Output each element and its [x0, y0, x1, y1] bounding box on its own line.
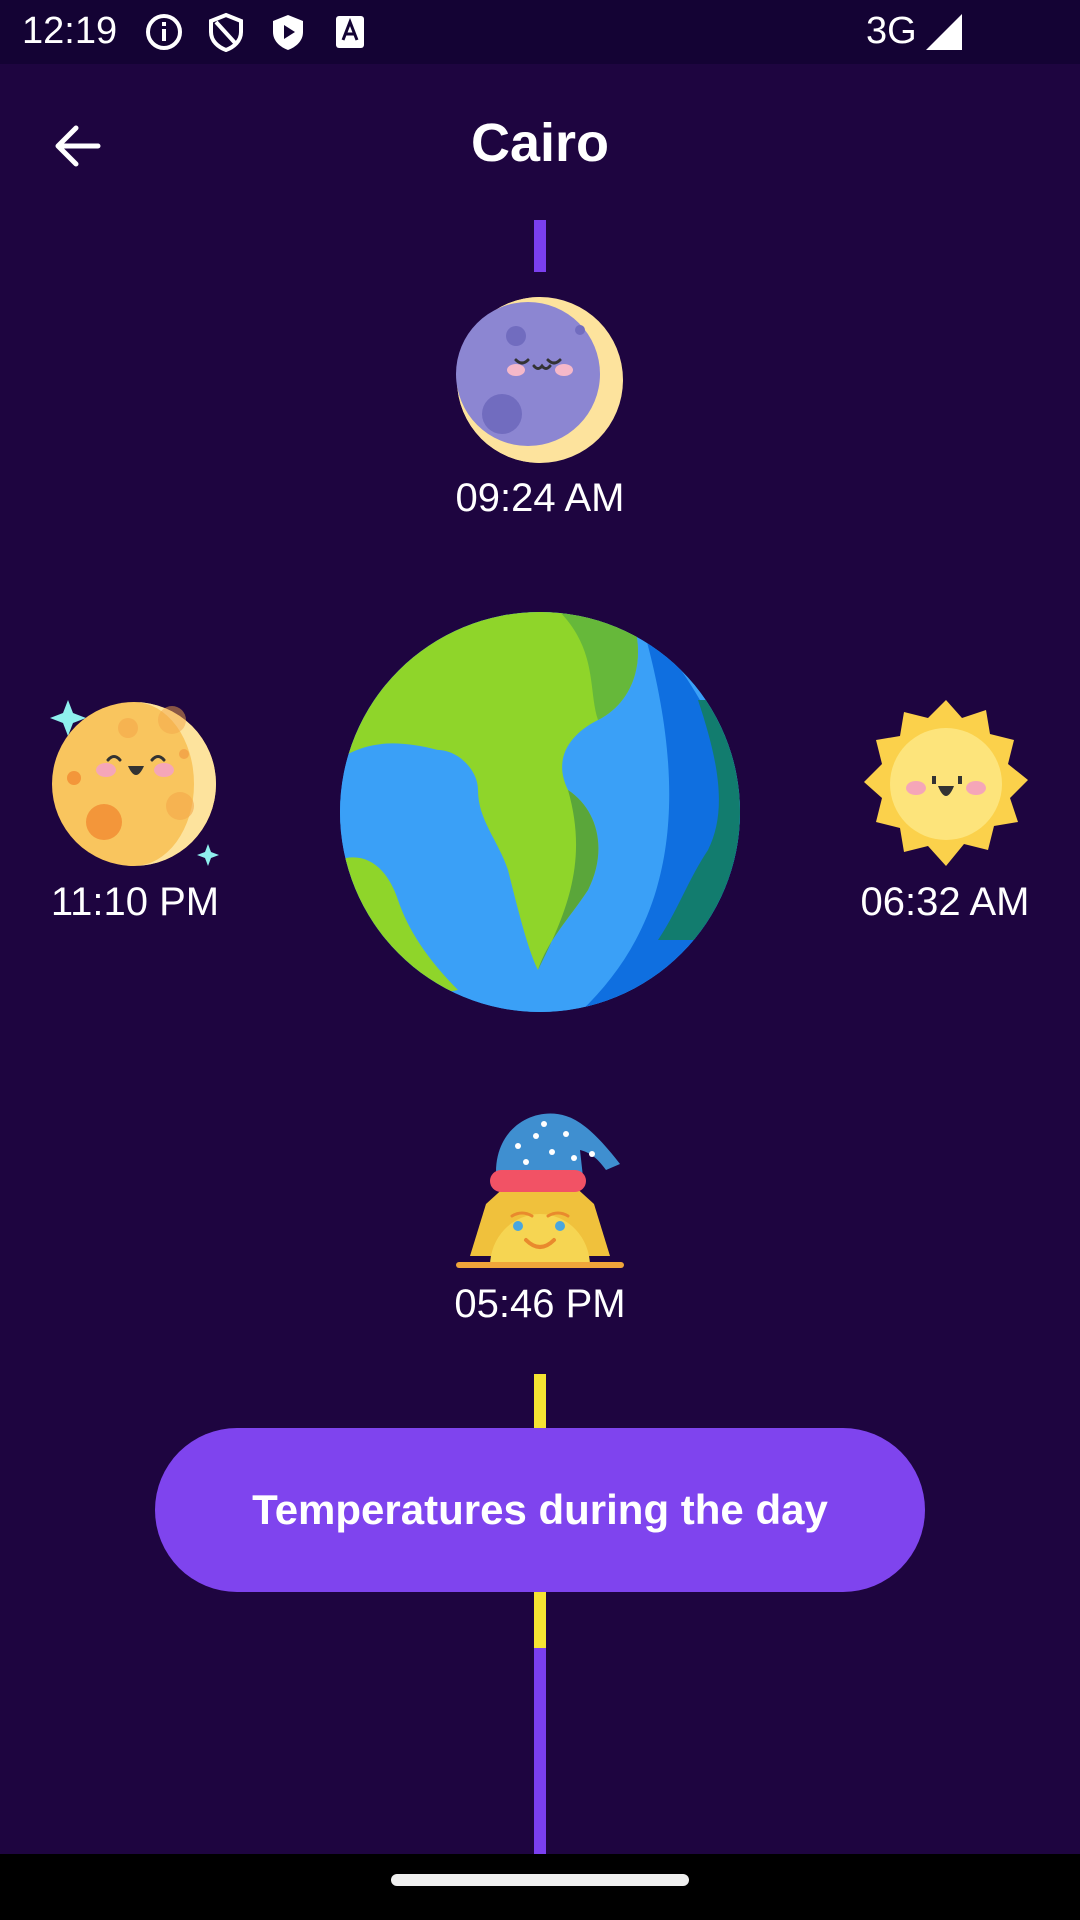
earth-globe-icon	[340, 612, 740, 1012]
navigation-bar	[0, 1854, 1080, 1920]
sunrise-time-right: 06:32 AM	[860, 880, 1030, 924]
page-title: Cairo	[470, 113, 610, 173]
sunset-time-top: 09:24 AM	[455, 476, 625, 520]
timeline-line-yellow-upper	[534, 1374, 546, 1428]
info-icon	[146, 14, 182, 50]
sunset-time-bottom: 05:46 PM	[454, 1282, 626, 1326]
signal-icon	[926, 14, 962, 50]
moonrise-time-left: 11:10 PM	[50, 880, 220, 924]
sleepy-sunset-icon	[456, 1113, 624, 1268]
network-type: 3G	[866, 10, 917, 52]
keyboard-a-icon	[336, 16, 364, 48]
timeline-line-bottom	[534, 1648, 546, 1854]
temperatures-button[interactable]: Temperatures during the day	[155, 1428, 925, 1592]
play-shield-icon	[273, 15, 303, 50]
happy-sun-icon	[864, 700, 1028, 866]
status-time: 12:19	[22, 10, 118, 52]
home-gesture-handle[interactable]	[391, 1874, 689, 1886]
sleeping-moon-icon	[456, 297, 623, 463]
status-bar: 12:19 3G	[0, 0, 1080, 64]
timeline-line-yellow-lower	[534, 1592, 546, 1648]
timeline-line-top	[534, 220, 546, 272]
happy-moon-icon	[50, 700, 219, 866]
shield-icon	[209, 12, 243, 52]
